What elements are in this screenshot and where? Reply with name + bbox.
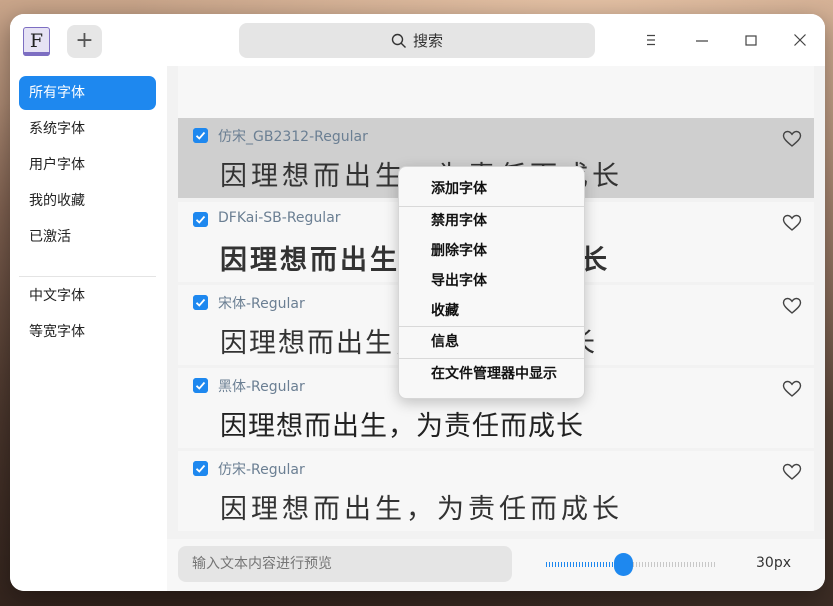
- menu-item-delete-font[interactable]: 删除字体: [399, 237, 584, 265]
- sidebar-item-user-fonts[interactable]: 用户字体: [19, 148, 156, 182]
- close-icon[interactable]: [791, 31, 809, 49]
- checkbox-checked-icon[interactable]: [193, 212, 208, 227]
- sidebar-item-all-fonts[interactable]: 所有字体: [19, 76, 156, 110]
- menu-separator: [399, 326, 584, 327]
- app-logo: F: [23, 27, 50, 56]
- font-name: 仿宋-Regular: [218, 462, 305, 478]
- heart-icon[interactable]: [782, 380, 802, 398]
- menu-item-favorite[interactable]: 收藏: [399, 297, 584, 325]
- sidebar: 所有字体 系统字体 用户字体 我的收藏 已激活 中文字体 等宽字体: [10, 66, 167, 591]
- search-input[interactable]: 搜索: [239, 23, 595, 58]
- font-name: 仿宋_GB2312-Regular: [218, 129, 368, 145]
- slider-fill: [546, 562, 623, 567]
- heart-icon[interactable]: [782, 130, 802, 148]
- menu-separator: [399, 358, 584, 359]
- heart-icon[interactable]: [782, 297, 802, 315]
- font-row[interactable]: 仿宋-Regular 因理想而出生，为责任而成长: [178, 451, 814, 531]
- sidebar-item-system-fonts[interactable]: 系统字体: [19, 112, 156, 146]
- font-size-label: 30px: [756, 555, 791, 571]
- sidebar-item-monospace-fonts[interactable]: 等宽字体: [19, 315, 156, 349]
- font-name: 黑体-Regular: [218, 379, 305, 395]
- menu-item-disable-font[interactable]: 禁用字体: [399, 207, 584, 235]
- checkbox-checked-icon[interactable]: [193, 461, 208, 476]
- minimize-icon[interactable]: [693, 31, 711, 49]
- sidebar-item-favorites[interactable]: 我的收藏: [19, 184, 156, 218]
- hamburger-menu-icon[interactable]: [642, 31, 660, 49]
- checkbox-checked-icon[interactable]: [193, 128, 208, 143]
- checkbox-checked-icon[interactable]: [193, 378, 208, 393]
- list-header-spacer: [178, 66, 814, 118]
- preview-bar: 30px: [167, 539, 825, 591]
- maximize-icon[interactable]: [742, 31, 760, 49]
- context-menu: 添加字体 禁用字体 删除字体 导出字体 收藏 信息 在文件管理器中显示: [398, 166, 585, 399]
- menu-item-export-font[interactable]: 导出字体: [399, 267, 584, 295]
- add-font-button[interactable]: +: [67, 25, 102, 58]
- font-name: DFKai-SB-Regular: [218, 210, 341, 226]
- search-placeholder: 搜索: [412, 32, 443, 50]
- sidebar-item-chinese-fonts[interactable]: 中文字体: [19, 279, 156, 313]
- menu-item-info[interactable]: 信息: [399, 328, 584, 356]
- font-preview-text: 因理想而出生，为责任而成长: [220, 494, 623, 525]
- sidebar-item-activated[interactable]: 已激活: [19, 220, 156, 254]
- slider-handle[interactable]: [613, 553, 633, 576]
- preview-text-input[interactable]: [178, 546, 512, 582]
- font-name: 宋体-Regular: [218, 296, 305, 312]
- heart-icon[interactable]: [782, 463, 802, 481]
- font-preview-text: 因理想而出生，为责任而成长: [220, 411, 584, 442]
- font-size-slider[interactable]: [546, 553, 716, 576]
- sidebar-divider: [19, 276, 156, 277]
- menu-item-show-in-file-manager[interactable]: 在文件管理器中显示: [399, 360, 584, 388]
- search-icon: [391, 33, 406, 48]
- titlebar: F + 搜索: [10, 14, 825, 66]
- heart-icon[interactable]: [782, 214, 802, 232]
- menu-item-add-font[interactable]: 添加字体: [399, 175, 584, 203]
- checkbox-checked-icon[interactable]: [193, 295, 208, 310]
